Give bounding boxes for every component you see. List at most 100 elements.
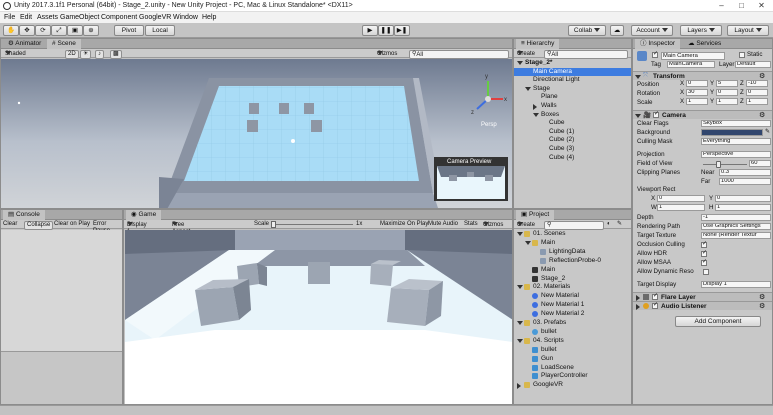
allow-hdr-checkbox[interactable]	[701, 249, 707, 257]
project-item[interactable]: bullet	[514, 328, 631, 336]
camera-settings-icon[interactable]: ⚙	[759, 111, 765, 119]
project-item[interactable]: 02. Materials	[514, 283, 631, 291]
maximize-icon[interactable]: □	[737, 1, 746, 10]
console-collapse-toggle[interactable]: Collapse	[24, 221, 54, 230]
menu-gameobject[interactable]: GameObject	[60, 14, 99, 21]
minimize-icon[interactable]: –	[717, 1, 726, 10]
game-viewport[interactable]	[125, 230, 513, 405]
project-item[interactable]: bullet	[514, 346, 631, 354]
project-item[interactable]: Main	[514, 266, 631, 274]
transform-settings-icon[interactable]: ⚙	[759, 72, 765, 80]
depth-field[interactable]: -1	[701, 214, 771, 221]
expand-arrow-down-icon[interactable]	[517, 232, 523, 236]
camera-enabled-checkbox[interactable]	[653, 110, 659, 118]
menu-window[interactable]: Window	[173, 14, 198, 21]
scale-slider-track[interactable]	[271, 224, 353, 225]
clear-flags-dropdown[interactable]: Skybox	[701, 120, 771, 127]
target-display-dropdown[interactable]: Display 1	[701, 281, 771, 288]
tag-dropdown[interactable]: MainCamera	[667, 61, 715, 68]
layer-dropdown[interactable]: Default	[735, 61, 771, 68]
hierarchy-search-input[interactable]: ⚲ All	[544, 50, 628, 59]
fov-slider-handle[interactable]	[715, 161, 721, 168]
maximize-on-play-toggle[interactable]: Maximize On Play	[380, 221, 428, 228]
hierarchy-item[interactable]: Directional Light	[514, 76, 631, 84]
background-color-swatch[interactable]	[701, 129, 763, 136]
expand-arrow-right-icon[interactable]	[533, 104, 537, 110]
cloud-icon[interactable]: ☁	[610, 25, 624, 36]
console-clear-on-play-toggle[interactable]: Clear on Play	[54, 221, 90, 228]
flare-settings-icon[interactable]: ⚙	[759, 293, 765, 301]
mute-audio-toggle[interactable]: Mute Audio	[428, 221, 458, 228]
fov-slider-track[interactable]	[703, 164, 747, 165]
viewport-y-field[interactable]: 0	[715, 195, 771, 202]
hand-tool-icon[interactable]: ✋	[3, 25, 19, 36]
hierarchy-item[interactable]: Cube (2)	[514, 136, 631, 144]
menu-component[interactable]: Component	[101, 14, 137, 21]
scale-x-field[interactable]: 1	[686, 98, 708, 105]
active-checkbox[interactable]	[652, 50, 658, 58]
expand-arrow-down-icon[interactable]	[517, 338, 523, 343]
tab-inspector[interactable]: ⓘ Inspector	[635, 39, 681, 49]
camera-marker-icon[interactable]	[291, 139, 295, 143]
audio-listener-header[interactable]: Audio Listener ⚙	[633, 301, 772, 310]
project-search-input[interactable]: ⚲	[544, 221, 604, 230]
allow-dynamic-res-checkbox[interactable]	[703, 269, 709, 275]
rect-tool-icon[interactable]: ▣	[67, 25, 83, 36]
allow-msaa-checkbox[interactable]	[701, 258, 707, 266]
project-item[interactable]: Stage_2	[514, 275, 631, 283]
project-item[interactable]: 04. Scripts	[514, 337, 631, 345]
menu-file[interactable]: File	[4, 14, 15, 21]
viewport-x-field[interactable]: 0	[657, 195, 705, 202]
hierarchy-item[interactable]: Main Camera	[514, 67, 631, 76]
project-item[interactable]: New Material 2	[514, 310, 631, 318]
rotate-tool-icon[interactable]: ⟳	[35, 25, 51, 36]
tab-animator[interactable]: ⚙ Animator	[3, 39, 46, 49]
eyedropper-icon[interactable]: ✎	[765, 128, 770, 135]
pause-button[interactable]: ❚❚	[378, 25, 394, 36]
layers-dropdown[interactable]: Layers	[680, 25, 722, 36]
expand-arrow-down-icon[interactable]	[525, 240, 531, 245]
hierarchy-item[interactable]: Cube (4)	[514, 154, 631, 162]
hierarchy-item[interactable]: Walls	[514, 102, 631, 110]
hierarchy-item[interactable]: Stage	[514, 85, 631, 93]
expand-arrow-down-icon[interactable]	[517, 61, 523, 65]
hierarchy-item[interactable]: Cube (3)	[514, 145, 631, 153]
hierarchy-item[interactable]: Cube (1)	[514, 128, 631, 136]
flare-layer-checkbox[interactable]	[652, 292, 658, 300]
rotation-x-field[interactable]: 30	[686, 89, 708, 96]
effects-toggle-icon[interactable]: ▩	[110, 50, 122, 59]
menu-edit[interactable]: Edit	[20, 14, 32, 21]
hierarchy-item[interactable]: Stage_2*	[514, 59, 631, 67]
scene-viewport[interactable]: y x z Persp Camera Preview	[1, 59, 513, 209]
expand-arrow-down-icon[interactable]	[533, 112, 539, 117]
project-item[interactable]: Gun	[514, 355, 631, 363]
hierarchy-item[interactable]: Boxes	[514, 111, 631, 119]
position-y-field[interactable]: 5	[716, 80, 738, 87]
menu-assets[interactable]: Assets	[37, 14, 58, 21]
console-log-area[interactable]	[1, 230, 122, 352]
expand-arrow-down-icon[interactable]	[517, 285, 523, 290]
filter-label-icon[interactable]: ✎	[617, 221, 622, 228]
position-x-field[interactable]: 0	[686, 80, 708, 87]
menu-help[interactable]: Help	[202, 14, 216, 21]
transform-header[interactable]: ⤧ Transform ⚙	[633, 71, 772, 80]
local-toggle[interactable]: Local	[145, 25, 175, 36]
expand-arrow-right-icon[interactable]	[517, 383, 521, 390]
lighting-toggle-icon[interactable]: ☀	[80, 50, 92, 59]
account-dropdown[interactable]: Account	[631, 25, 673, 36]
position-z-field[interactable]: -10	[746, 80, 768, 87]
pivot-toggle[interactable]: Pivot	[114, 25, 144, 36]
scale-slider-handle[interactable]	[271, 221, 276, 228]
fov-field[interactable]: 60	[749, 160, 771, 167]
menu-googlevr[interactable]: GoogleVR	[139, 14, 171, 21]
rotation-z-field[interactable]: 0	[746, 89, 768, 96]
flare-layer-header[interactable]: Flare Layer ⚙	[633, 292, 772, 301]
static-checkbox[interactable]	[739, 52, 745, 58]
scale-z-field[interactable]: 1	[746, 98, 768, 105]
scale-tool-icon[interactable]: ⤢	[51, 25, 67, 36]
scene-search-input[interactable]: ⚲ All	[409, 50, 509, 59]
expand-arrow-down-icon[interactable]	[525, 86, 531, 91]
move-tool-icon[interactable]: ✥	[19, 25, 35, 36]
tab-project[interactable]: ▣ Project	[516, 210, 555, 220]
occlusion-culling-checkbox[interactable]	[701, 240, 707, 248]
